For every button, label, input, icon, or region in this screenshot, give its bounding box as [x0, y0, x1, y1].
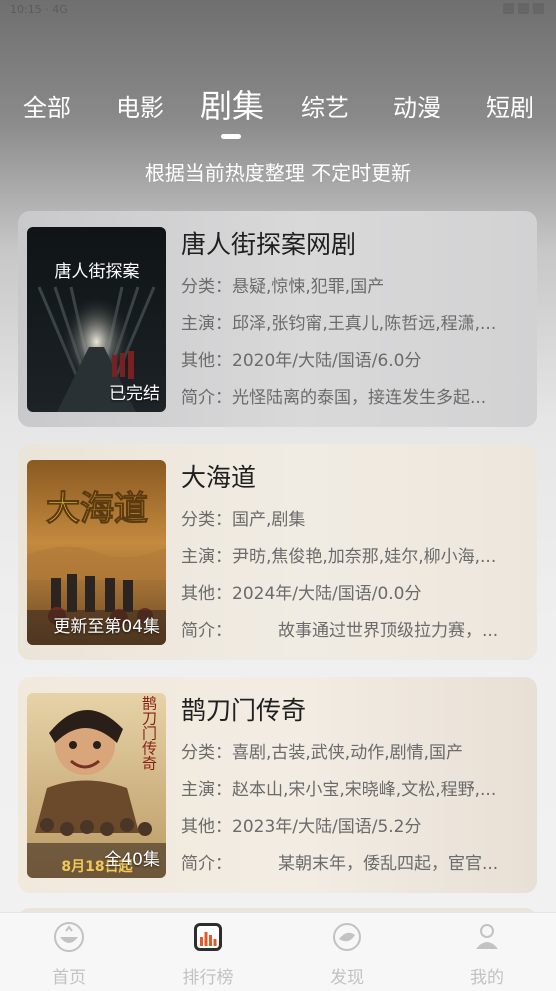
tab-variety[interactable]: 综艺	[299, 88, 351, 128]
ranking-subtitle: 根据当前热度整理 不定时更新	[144, 161, 412, 185]
other-value: 2023年/大陆/国语/5.2分	[232, 817, 422, 837]
nav-discover-label: 发现	[330, 968, 364, 988]
item-title: 鹊刀门传奇	[181, 696, 307, 725]
episode-status-badge: 全40集	[104, 850, 160, 870]
nav-ranking[interactable]: 排行榜	[168, 921, 248, 988]
intro-label: 简介：	[181, 388, 232, 408]
wifi-icon	[503, 3, 514, 14]
intro-label: 简介：	[181, 621, 232, 641]
category-label: 分类：	[181, 743, 232, 763]
nav-discover[interactable]: 发现	[307, 921, 387, 988]
bottom-nav: 首页 排行榜 发现 我的	[0, 912, 556, 991]
intro-row: 简介： 故事通过世界顶级拉力赛，...	[181, 619, 521, 643]
nav-home-label: 首页	[52, 968, 86, 988]
tab-anime[interactable]: 动漫	[391, 88, 443, 128]
intro-value: 光怪陆离的泰国，接连发生多起...	[232, 388, 487, 408]
profile-icon	[476, 924, 498, 949]
active-tab-indicator	[221, 134, 241, 139]
other-row: 其他： 2024年/大陆/国语/0.0分	[181, 582, 521, 606]
category-row: 分类： 悬疑,惊悚,犯罪,国产	[181, 275, 521, 299]
intro-row: 简介： 某朝末年，倭乱四起，宦官...	[181, 852, 521, 876]
cast-value: 赵本山,宋小宝,宋晓峰,文松,程野,...	[232, 780, 497, 800]
poster-image: 鹊刀门传奇 8月18日起 全40集	[27, 693, 166, 878]
other-label: 其他：	[181, 351, 232, 371]
episode-status-badge: 已完结	[109, 384, 160, 404]
nav-ranking-label: 排行榜	[182, 968, 234, 988]
other-label: 其他：	[181, 817, 232, 837]
tab-short-drama[interactable]: 短剧	[484, 88, 536, 128]
category-value: 悬疑,惊悚,犯罪,国产	[232, 277, 385, 297]
intro-value: 某朝末年，倭乱四起，宦官...	[278, 854, 499, 874]
tab-all[interactable]: 全部	[22, 88, 72, 128]
status-time: 10:15 · 4G	[10, 3, 68, 16]
category-row: 分类： 国产,剧集	[181, 508, 521, 532]
status-bar: 10:15 · 4G	[0, 0, 556, 22]
cast-value: 邱泽,张钧甯,王真儿,陈哲远,程潇,...	[232, 314, 497, 334]
home-bowl-icon	[54, 922, 84, 952]
other-label: 其他：	[181, 584, 232, 604]
nav-home[interactable]: 首页	[29, 921, 109, 988]
ranking-card[interactable]: 鹊刀门传奇 8月18日起 全40集 鹊刀门传奇 分类： 喜剧,古装,武侠,动作,剧…	[18, 677, 537, 893]
episode-status-badge: 更新至第04集	[53, 617, 160, 637]
category-label: 分类：	[181, 510, 232, 530]
category-value: 国产,剧集	[232, 510, 306, 530]
status-icons	[503, 3, 544, 14]
item-info: 鹊刀门传奇 分类： 喜剧,古装,武侠,动作,剧情,国产 主演： 赵本山,宋小宝,宋晓…	[181, 693, 521, 876]
cast-row: 主演： 尹昉,焦俊艳,加奈那,娃尔,柳小海,...	[181, 545, 521, 569]
intro-row: 简介： 光怪陆离的泰国，接连发生多起...	[181, 386, 521, 410]
nav-profile[interactable]: 我的	[447, 921, 527, 988]
other-row: 其他： 2023年/大陆/国语/5.2分	[181, 815, 521, 839]
poster-image: 大海道 更新至第04集	[27, 460, 166, 645]
cast-label: 主演：	[181, 314, 232, 334]
other-row: 其他： 2020年/大陆/国语/6.0分	[181, 349, 521, 373]
other-value: 2024年/大陆/国语/0.0分	[232, 584, 422, 604]
poster-title-text: 大海道	[46, 489, 148, 529]
cast-label: 主演：	[181, 547, 232, 567]
item-title: 唐人街探案网剧	[181, 230, 357, 259]
intro-label: 简介：	[181, 854, 232, 874]
cast-row: 主演： 邱泽,张钧甯,王真儿,陈哲远,程潇,...	[181, 312, 521, 336]
item-info: 唐人街探案网剧 分类： 悬疑,惊悚,犯罪,国产 主演： 邱泽,张钧甯,王真儿,陈哲远…	[181, 227, 521, 410]
tab-movie[interactable]: 电影	[114, 88, 166, 128]
poster-title-text: 鹊刀门传奇	[140, 696, 158, 771]
category-value: 喜剧,古装,武侠,动作,剧情,国产	[232, 743, 464, 763]
intro-value: 故事通过世界顶级拉力赛，...	[278, 621, 499, 641]
category-row: 分类： 喜剧,古装,武侠,动作,剧情,国产	[181, 741, 521, 765]
nav-profile-label: 我的	[470, 968, 504, 988]
poster-title-text: 唐人街探案	[55, 261, 140, 282]
discover-icon	[333, 923, 361, 951]
item-title: 大海道	[181, 463, 257, 492]
cast-label: 主演：	[181, 780, 232, 800]
category-tabs: 全部 电影 剧集 综艺 动漫 短剧	[0, 86, 556, 134]
tab-series[interactable]: 剧集	[198, 86, 266, 126]
category-label: 分类：	[181, 277, 232, 297]
battery-icon	[533, 3, 544, 14]
ranking-chart-icon	[194, 923, 222, 951]
ranking-card[interactable]: 唐人街探案 已完结 唐人街探案网剧 分类： 悬疑,惊悚,犯罪,国产 主演： 邱泽,张…	[18, 211, 537, 427]
other-value: 2020年/大陆/国语/6.0分	[232, 351, 422, 371]
cast-row: 主演： 赵本山,宋小宝,宋晓峰,文松,程野,...	[181, 778, 521, 802]
ranking-card[interactable]: 大海道 更新至第04集 大海道 分类： 国产,剧集 主演： 尹昉,焦俊艳,加奈那,娃…	[18, 444, 537, 660]
signal-icon	[518, 3, 529, 14]
cast-value: 尹昉,焦俊艳,加奈那,娃尔,柳小海,...	[232, 547, 497, 567]
item-info: 大海道 分类： 国产,剧集 主演： 尹昉,焦俊艳,加奈那,娃尔,柳小海,... 其他…	[181, 460, 521, 643]
poster-image: 唐人街探案 已完结	[27, 227, 166, 412]
